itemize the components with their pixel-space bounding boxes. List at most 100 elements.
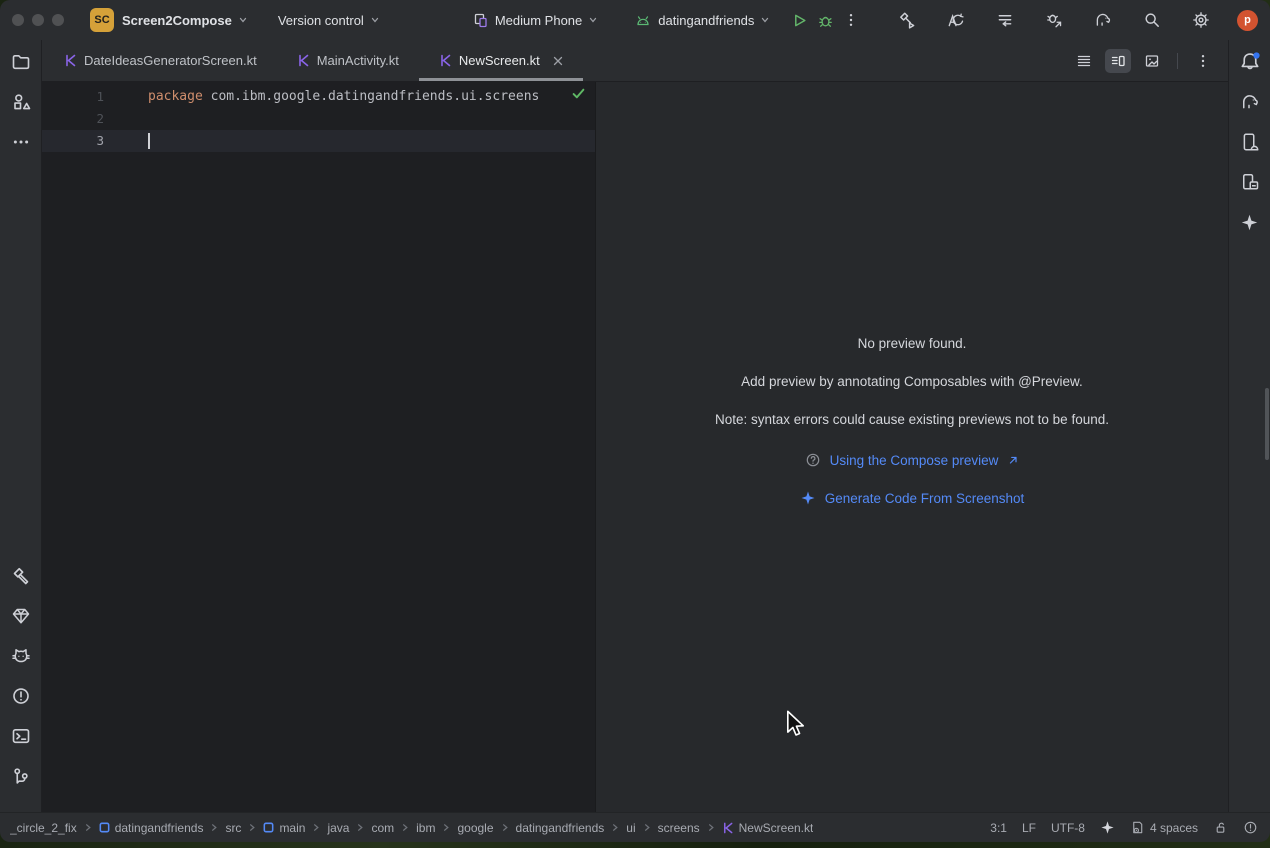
debug-button[interactable] — [812, 7, 838, 33]
terminal-tool-button[interactable] — [7, 722, 35, 750]
apply-changes-icon — [947, 11, 965, 29]
code-text: com.ibm.google.datingandfriends.ui.scree… — [203, 89, 540, 104]
tab-label: NewScreen.kt — [459, 53, 540, 68]
close-tab-button[interactable] — [553, 56, 563, 66]
breadcrumb-item[interactable]: datingandfriends — [99, 821, 204, 835]
line-separator-widget[interactable]: LF — [1022, 821, 1036, 835]
device-selector[interactable]: Medium Phone — [472, 12, 598, 28]
more-tool-windows-button[interactable] — [7, 128, 35, 156]
problems-icon — [11, 686, 31, 706]
settings-button[interactable] — [1188, 7, 1214, 33]
gear-icon — [1192, 11, 1210, 29]
build-tool-button[interactable] — [7, 562, 35, 590]
code-line-1: 1 package com.ibm.google.datingandfriend… — [42, 86, 595, 108]
notifications-button[interactable] — [1236, 48, 1264, 76]
breadcrumb-item[interactable]: com — [371, 821, 394, 835]
search-everywhere-button[interactable] — [1139, 7, 1165, 33]
run-button[interactable] — [786, 7, 812, 33]
resource-manager-tool-button[interactable] — [7, 88, 35, 116]
breadcrumb-item[interactable]: ui — [626, 821, 635, 835]
indent-settings-icon — [1130, 820, 1145, 835]
breadcrumb-item[interactable]: datingandfriends — [516, 821, 605, 835]
breadcrumb-item[interactable]: google — [457, 821, 493, 835]
phone-android-icon — [1240, 132, 1260, 152]
ai-assistant-widget[interactable] — [1100, 820, 1115, 835]
running-devices-tool-button[interactable] — [1236, 128, 1264, 156]
caret-position-widget[interactable]: 3:1 — [990, 821, 1007, 835]
tab-label: MainActivity.kt — [317, 53, 399, 68]
compose-preview-help-link[interactable]: Using the Compose preview — [805, 450, 1020, 470]
kotlin-file-icon — [439, 54, 452, 67]
editor-tab-bar: DateIdeasGeneratorScreen.kt MainActivity… — [42, 40, 1228, 82]
split-view-button[interactable] — [1105, 49, 1131, 73]
maximize-window-button[interactable] — [52, 14, 64, 26]
breadcrumb-item-file[interactable]: NewScreen.kt — [722, 821, 814, 835]
breadcrumb-item[interactable]: src — [225, 821, 241, 835]
tab-mainactivity[interactable]: MainActivity.kt — [277, 40, 419, 81]
chevron-right-icon — [356, 823, 364, 832]
design-view-button[interactable] — [1139, 49, 1165, 73]
line-number[interactable]: 2 — [84, 108, 104, 130]
play-icon — [791, 12, 808, 29]
avatar[interactable]: p — [1237, 10, 1258, 31]
version-control-label: Version control — [278, 13, 364, 28]
version-control-tool-button[interactable] — [7, 762, 35, 790]
line-number[interactable]: 3 — [84, 130, 104, 152]
folder-icon — [11, 52, 31, 72]
tab-dateideasgeneratorscreen[interactable]: DateIdeasGeneratorScreen.kt — [44, 40, 277, 81]
breadcrumb-item[interactable]: java — [327, 821, 349, 835]
code-view-button[interactable] — [1071, 49, 1097, 73]
generate-code-from-screenshot-link[interactable]: Generate Code From Screenshot — [800, 488, 1025, 508]
notification-badge — [1253, 52, 1259, 58]
indent-widget[interactable]: 4 spaces — [1130, 820, 1198, 835]
chevron-down-icon — [370, 15, 380, 25]
file-lock-widget[interactable] — [1213, 820, 1228, 835]
more-run-options-button[interactable] — [838, 7, 864, 33]
editor-options-button[interactable] — [1190, 49, 1216, 73]
breadcrumb-item[interactable]: main — [263, 821, 305, 835]
breadcrumb-item[interactable]: ibm — [416, 821, 435, 835]
compose-preview-panel: No preview found. Add preview by annotat… — [596, 82, 1228, 812]
chevron-right-icon — [401, 823, 409, 832]
module-icon — [263, 822, 274, 833]
window-controls — [12, 14, 64, 26]
attach-debugger-button[interactable] — [1041, 7, 1067, 33]
breadcrumb-item[interactable]: screens — [658, 821, 700, 835]
chevron-right-icon — [248, 823, 256, 832]
checkmark-icon — [572, 88, 585, 99]
device-manager-tool-button[interactable] — [1236, 168, 1264, 196]
problems-status-widget[interactable] — [1243, 820, 1258, 835]
code-editor[interactable]: 1 package com.ibm.google.datingandfriend… — [42, 82, 596, 812]
problems-tool-button[interactable] — [7, 682, 35, 710]
close-window-button[interactable] — [12, 14, 24, 26]
gradle-sync-button[interactable] — [1090, 7, 1116, 33]
code-view-icon — [1076, 53, 1092, 69]
gradle-tool-button[interactable] — [1236, 88, 1264, 116]
breadcrumb-item[interactable]: _circle_2_fix — [10, 821, 77, 835]
project-selector[interactable]: Screen2Compose — [122, 13, 248, 28]
sparkle-icon — [1100, 820, 1115, 835]
project-tool-button[interactable] — [7, 48, 35, 76]
line-number[interactable]: 1 — [84, 86, 104, 108]
help-link-label: Using the Compose preview — [830, 453, 999, 468]
build-run-button[interactable] — [894, 7, 920, 33]
shapes-icon — [11, 92, 31, 112]
tab-newscreen[interactable]: NewScreen.kt — [419, 40, 583, 81]
kebab-menu-icon — [843, 12, 859, 28]
apply-changes-button[interactable] — [943, 7, 969, 33]
hammer-icon — [11, 566, 31, 586]
scrollbar-thumb[interactable] — [1265, 388, 1269, 460]
run-configuration-selector[interactable]: datingandfriends — [634, 13, 770, 28]
version-control-menu[interactable]: Version control — [278, 13, 380, 28]
inspection-status-widget[interactable] — [572, 88, 585, 99]
encoding-widget[interactable]: UTF-8 — [1051, 821, 1085, 835]
device-manager-icon — [1240, 172, 1260, 192]
logcat-tool-button[interactable] — [7, 642, 35, 670]
profiler-button[interactable] — [992, 7, 1018, 33]
app-quality-insights-tool-button[interactable] — [7, 602, 35, 630]
divider — [1177, 53, 1178, 69]
left-tool-strip — [0, 40, 42, 812]
minimize-window-button[interactable] — [32, 14, 44, 26]
gemini-tool-button[interactable] — [1236, 208, 1264, 236]
cat-icon — [11, 646, 31, 666]
